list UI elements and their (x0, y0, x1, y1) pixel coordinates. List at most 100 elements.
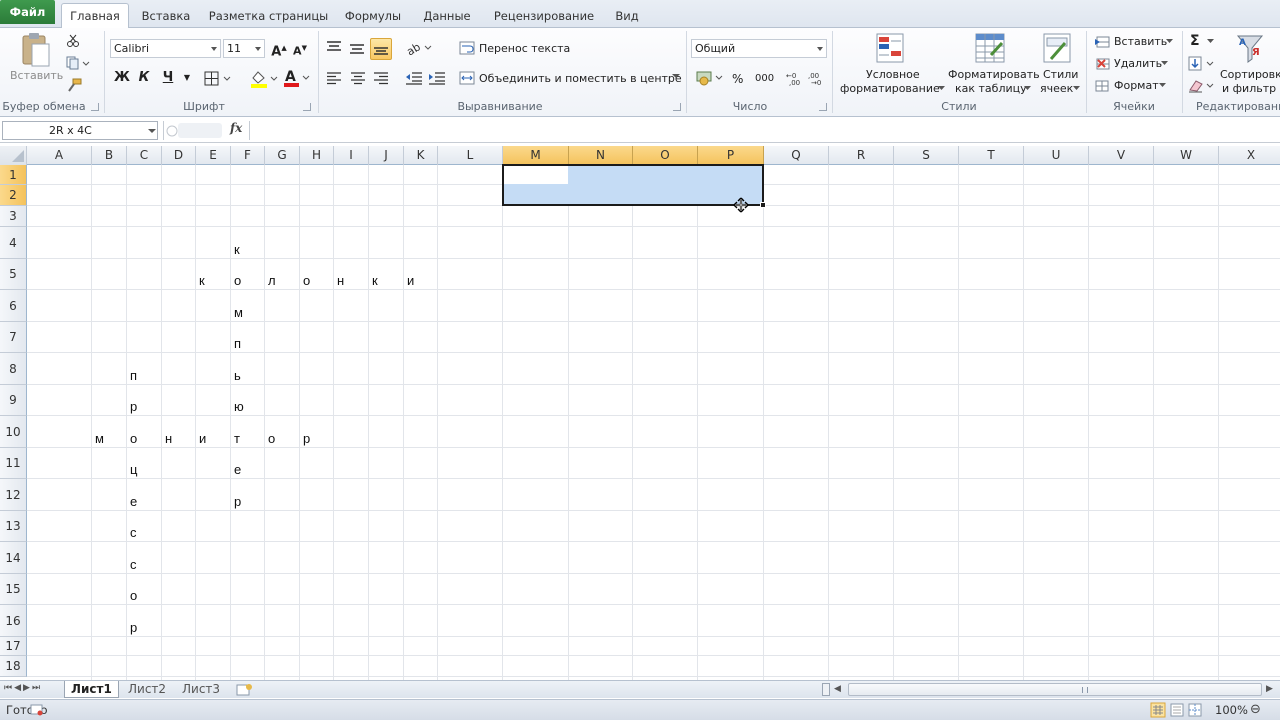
formula-bar-resize-icon[interactable] (166, 124, 178, 138)
clipboard-launcher[interactable] (91, 103, 99, 111)
row-header-8[interactable]: 8 (0, 353, 27, 385)
column-header-V[interactable]: V (1089, 146, 1154, 165)
row-header-11[interactable]: 11 (0, 448, 27, 479)
copy-icon[interactable] (66, 56, 90, 70)
merge-center-icon[interactable] (459, 71, 475, 85)
wrap-text-icon[interactable] (459, 41, 475, 55)
sheet-tab-3[interactable]: Лист3 (176, 681, 226, 698)
column-header-U[interactable]: U (1024, 146, 1089, 165)
bold-button[interactable]: Ж (112, 68, 132, 88)
align-top-icon[interactable] (326, 41, 342, 53)
number-launcher[interactable] (819, 103, 827, 111)
wrap-text-button[interactable]: Перенос текста (479, 42, 570, 55)
grow-font-icon[interactable]: A▲ (269, 38, 289, 59)
cell-H10[interactable]: р (303, 431, 310, 446)
align-right-icon[interactable] (373, 71, 389, 85)
insert-function-button[interactable]: fx (230, 121, 242, 135)
cell-F6[interactable]: м (234, 305, 243, 320)
tab-page-layout[interactable]: Разметка страницы (205, 4, 332, 28)
cell-J5[interactable]: к (372, 273, 378, 288)
format-as-table-line1[interactable]: Форматировать (948, 68, 1040, 81)
scroll-right-icon[interactable]: ▶ (1266, 684, 1273, 694)
conditional-formatting-button[interactable]: форматирование (840, 82, 940, 95)
cell-C9[interactable]: р (130, 399, 137, 414)
worksheet-grid[interactable]: ABCDEFGHIJKLMNOPQRSTUVWX 1 2 3 4 5 6 7 8 9 10 11 12… (0, 146, 1280, 680)
fill-color-icon[interactable] (249, 69, 279, 89)
tab-review[interactable]: Рецензирование (488, 4, 600, 28)
row-header-14[interactable]: 14 (0, 542, 27, 574)
column-header-H[interactable]: H (300, 146, 334, 165)
cell-G10[interactable]: о (268, 431, 275, 446)
hscroll-thumb[interactable] (848, 683, 1262, 696)
row-header-3[interactable]: 3 (0, 206, 27, 227)
number-format-combo[interactable]: Общий (691, 39, 827, 58)
font-color-icon[interactable]: A (282, 68, 312, 88)
row-header-6[interactable]: 6 (0, 290, 27, 322)
column-header-D[interactable]: D (162, 146, 196, 165)
page-break-view-icon[interactable] (1188, 703, 1202, 717)
column-header-F[interactable]: F (231, 146, 265, 165)
row-header-7[interactable]: 7 (0, 322, 27, 353)
zoom-out-icon[interactable]: ⊖ (1250, 700, 1261, 720)
row-header-16[interactable]: 16 (0, 605, 27, 637)
row-header-5[interactable]: 5 (0, 259, 27, 290)
cell-F11[interactable]: е (234, 462, 241, 477)
tab-data[interactable]: Данные (416, 4, 478, 28)
autosum-button[interactable]: Σ (1190, 33, 1200, 49)
fill-handle[interactable] (760, 202, 766, 208)
column-header-G[interactable]: G (265, 146, 300, 165)
cell-C15[interactable]: о (130, 588, 137, 603)
column-header-Q[interactable]: Q (764, 146, 829, 165)
cell-styles-icon[interactable] (1043, 33, 1073, 65)
conditional-formatting-icon[interactable] (876, 33, 906, 65)
cell-D10[interactable]: н (165, 431, 172, 446)
cell-C14[interactable]: с (130, 557, 137, 572)
percent-button[interactable]: % (732, 72, 743, 86)
column-header-C[interactable]: C (127, 146, 162, 165)
zoom-level[interactable]: 100% (1215, 700, 1248, 720)
cell-F9[interactable]: ю (234, 399, 244, 414)
underline-button[interactable]: Ч (158, 68, 178, 88)
cell-styles-line1[interactable]: Стили (1043, 68, 1078, 81)
cell-E10[interactable]: и (199, 431, 206, 446)
insert-cells-button[interactable]: Вставить (1114, 35, 1167, 48)
merge-dropdown-icon[interactable] (672, 74, 680, 80)
hscroll-split[interactable] (822, 683, 830, 696)
column-header-B[interactable]: B (92, 146, 127, 165)
cell-C16[interactable]: р (130, 620, 137, 635)
increase-decimal-icon[interactable]: ←0,00 (786, 70, 804, 86)
cell-F10[interactable]: т (234, 431, 240, 446)
macro-record-icon[interactable] (30, 704, 44, 716)
column-header-A[interactable]: A (27, 146, 92, 165)
page-layout-view-icon[interactable] (1170, 703, 1184, 717)
cell-I5[interactable]: н (337, 273, 344, 288)
row-header-18[interactable]: 18 (0, 656, 27, 677)
column-header-T[interactable]: T (959, 146, 1024, 165)
thousands-button[interactable]: 000 (755, 73, 774, 84)
paste-button[interactable]: Вставить (10, 69, 63, 82)
borders-icon[interactable] (204, 71, 234, 87)
cut-icon[interactable] (66, 34, 80, 48)
normal-view-icon[interactable] (1150, 702, 1166, 718)
increase-indent-icon[interactable] (428, 71, 446, 85)
cell-F8[interactable]: ь (234, 368, 241, 383)
cell-B10[interactable]: м (95, 431, 104, 446)
column-header-X[interactable]: X (1219, 146, 1280, 165)
row-header-12[interactable]: 12 (0, 479, 27, 511)
format-as-table-icon[interactable] (975, 33, 1007, 65)
orientation-icon[interactable]: ab (405, 40, 433, 56)
cell-C12[interactable]: е (130, 494, 137, 509)
column-header-J[interactable]: J (369, 146, 404, 165)
scroll-left-icon[interactable]: ◀ (834, 684, 841, 694)
cell-K5[interactable]: и (407, 273, 414, 288)
column-header-N[interactable]: N (569, 146, 633, 165)
formula-input[interactable] (252, 120, 1277, 141)
align-center-icon[interactable] (350, 71, 366, 85)
column-header-P[interactable]: P (698, 146, 764, 165)
tab-view[interactable]: Вид (608, 4, 646, 28)
delete-cells-icon[interactable] (1094, 57, 1110, 71)
format-as-table-button[interactable]: как таблицу (955, 82, 1027, 95)
italic-button[interactable]: К (134, 68, 154, 88)
row-header-9[interactable]: 9 (0, 385, 27, 416)
tab-insert[interactable]: Вставка (137, 4, 195, 28)
